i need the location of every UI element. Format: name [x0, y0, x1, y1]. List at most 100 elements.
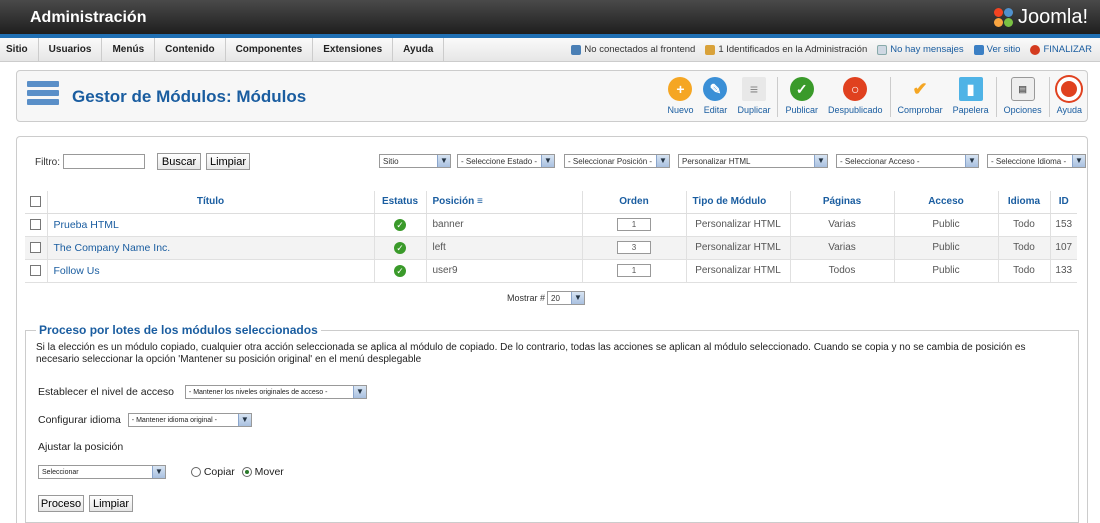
batch-position-select[interactable]: Seleccionar ▼ — [38, 465, 166, 479]
order-input[interactable]: 1 — [617, 218, 651, 231]
col-title[interactable]: Título — [46, 191, 374, 214]
help-button[interactable]: Ayuda — [1052, 77, 1087, 117]
position-select[interactable]: - Seleccionar Posición - ▼ — [564, 154, 670, 168]
col-id[interactable]: ID — [1049, 191, 1077, 214]
unpublish-button[interactable]: ○ Despublicado — [823, 77, 888, 117]
published-icon[interactable]: ✓ — [394, 264, 406, 277]
search-button[interactable]: Buscar — [157, 153, 201, 170]
mail-icon — [877, 44, 888, 55]
edit-button[interactable]: ✎ Editar — [698, 77, 732, 117]
module-title-link[interactable]: The Company Name Inc. — [46, 236, 374, 260]
module-position: left — [425, 236, 582, 260]
logout-link[interactable]: FINALIZAR — [1030, 44, 1092, 55]
chevron-down-icon: ▼ — [541, 155, 554, 167]
pagination-label: Mostrar # — [507, 293, 546, 303]
col-position[interactable]: Posición ≡ — [425, 191, 582, 214]
batch-language-row: Configurar idioma - Mantener idioma orig… — [38, 413, 252, 427]
modules-table: Título Estatus Posición ≡ Orden Tipo de … — [25, 191, 1077, 283]
joomla-logo-icon — [993, 7, 1014, 28]
col-module-type[interactable]: Tipo de Módulo — [685, 191, 790, 214]
lifebuoy-icon — [1057, 77, 1082, 101]
module-id: 153 — [1049, 213, 1077, 237]
module-type: Personalizar HTML — [685, 236, 790, 260]
filter-bar: Filtro: Buscar Limpiar Sitio ▼ - Seleccio… — [35, 153, 1086, 173]
published-icon[interactable]: ✓ — [394, 241, 406, 254]
menu-sitio[interactable]: Sitio — [0, 38, 39, 61]
checkmark-icon: ✓ — [789, 77, 814, 101]
module-language: Todo — [997, 259, 1050, 283]
menu-extensiones[interactable]: Extensiones — [313, 38, 394, 61]
select-all-checkbox[interactable] — [30, 196, 42, 208]
limit-select[interactable]: 20 ▼ — [547, 291, 586, 305]
order-input[interactable]: 3 — [617, 241, 651, 254]
row-checkbox[interactable] — [30, 264, 42, 276]
menu-componentes[interactable]: Componentes — [226, 38, 314, 61]
admin-header: Administración Joomla! — [0, 0, 1100, 38]
module-id: 133 — [1049, 259, 1077, 283]
chevron-down-icon: ▼ — [352, 386, 366, 398]
process-button[interactable]: Proceso — [38, 495, 84, 512]
trash-icon: ▮ — [958, 77, 983, 101]
row-checkbox[interactable] — [30, 241, 42, 253]
checkin-button[interactable]: ✔ Comprobar — [893, 77, 948, 117]
order-input[interactable]: 1 — [617, 264, 651, 277]
published-icon[interactable]: ✓ — [394, 218, 406, 231]
view-site-link[interactable]: Ver sitio — [973, 44, 1020, 55]
col-pages[interactable]: Páginas — [789, 191, 894, 214]
module-access: Public — [893, 213, 998, 237]
clear-filter-button[interactable]: Limpiar — [206, 153, 250, 170]
type-select[interactable]: Personalizar HTML ▼ — [678, 154, 828, 168]
chevron-down-icon: ▼ — [237, 414, 251, 426]
module-type: Personalizar HTML — [685, 213, 790, 237]
batch-language-label: Configurar idioma — [38, 413, 121, 426]
module-position: user9 — [425, 259, 582, 283]
toolbar: Gestor de Módulos: Módulos + Nuevo ✎ Edita… — [16, 70, 1088, 122]
batch-legend: Proceso por lotes de los módulos selecci… — [39, 323, 318, 337]
module-language: Todo — [997, 213, 1050, 237]
menu-menus[interactable]: Menús — [102, 38, 156, 61]
duplicate-button[interactable]: ≡ Duplicar — [732, 77, 775, 117]
batch-language-select[interactable]: - Mantener idioma original - ▼ — [127, 413, 252, 427]
sort-icon: ≡ — [476, 196, 483, 208]
col-language[interactable]: Idioma — [997, 191, 1050, 214]
module-pages: Varias — [789, 213, 894, 237]
chevron-down-icon: ▼ — [814, 155, 827, 167]
move-radio[interactable] — [241, 467, 252, 477]
module-title-link[interactable]: Follow Us — [46, 259, 374, 283]
power-icon — [1030, 44, 1041, 55]
new-button[interactable]: + Nuevo — [662, 77, 698, 117]
access-select[interactable]: - Seleccionar Acceso - ▼ — [836, 154, 979, 168]
copy-radio[interactable] — [190, 467, 201, 477]
batch-description: Si la elección es un módulo copiado, cua… — [36, 342, 1026, 365]
table-row: Prueba HTML ✓ banner 1 Personalizar HTML… — [25, 213, 1077, 237]
col-order[interactable]: Orden — [581, 191, 686, 214]
user-icon — [705, 44, 716, 55]
menu-ayuda[interactable]: Ayuda — [393, 38, 445, 61]
batch-access-label: Establecer el nivel de acceso — [38, 385, 174, 398]
menu-usuarios[interactable]: Usuarios — [39, 38, 103, 61]
col-access[interactable]: Acceso — [893, 191, 998, 214]
joomla-logo[interactable]: Joomla! — [993, 6, 1088, 29]
filter-search-input[interactable] — [63, 154, 145, 169]
publish-button[interactable]: ✓ Publicar — [780, 77, 823, 117]
menu-contenido[interactable]: Contenido — [155, 38, 226, 61]
trash-button[interactable]: ▮ Papelera — [948, 77, 994, 117]
batch-clear-button[interactable]: Limpiar — [89, 495, 133, 512]
state-select[interactable]: - Seleccione Estado - ▼ — [457, 154, 555, 168]
messages-link[interactable]: No hay mensajes — [877, 44, 964, 55]
users-icon — [571, 44, 582, 55]
module-title-link[interactable]: Prueba HTML — [46, 213, 374, 237]
language-select[interactable]: - Seleccione Idioma - ▼ — [987, 154, 1086, 168]
batch-access-select[interactable]: - Mantener los niveles originales de acc… — [184, 385, 367, 399]
page-title: Gestor de Módulos: Módulos — [72, 87, 307, 106]
chevron-down-icon: ▼ — [965, 155, 978, 167]
col-status[interactable]: Estatus — [373, 191, 426, 214]
admin-status: 1 Identificados en la Administración — [705, 44, 867, 55]
options-icon: ▤ — [1010, 77, 1035, 101]
row-checkbox[interactable] — [30, 218, 42, 230]
options-button[interactable]: ▤ Opciones — [999, 77, 1047, 117]
batch-position-label: Ajustar la posición — [38, 441, 124, 453]
site-select[interactable]: Sitio ▼ — [379, 154, 451, 168]
module-access: Public — [893, 236, 998, 260]
module-list-panel: Filtro: Buscar Limpiar Sitio ▼ - Seleccio… — [16, 136, 1088, 523]
